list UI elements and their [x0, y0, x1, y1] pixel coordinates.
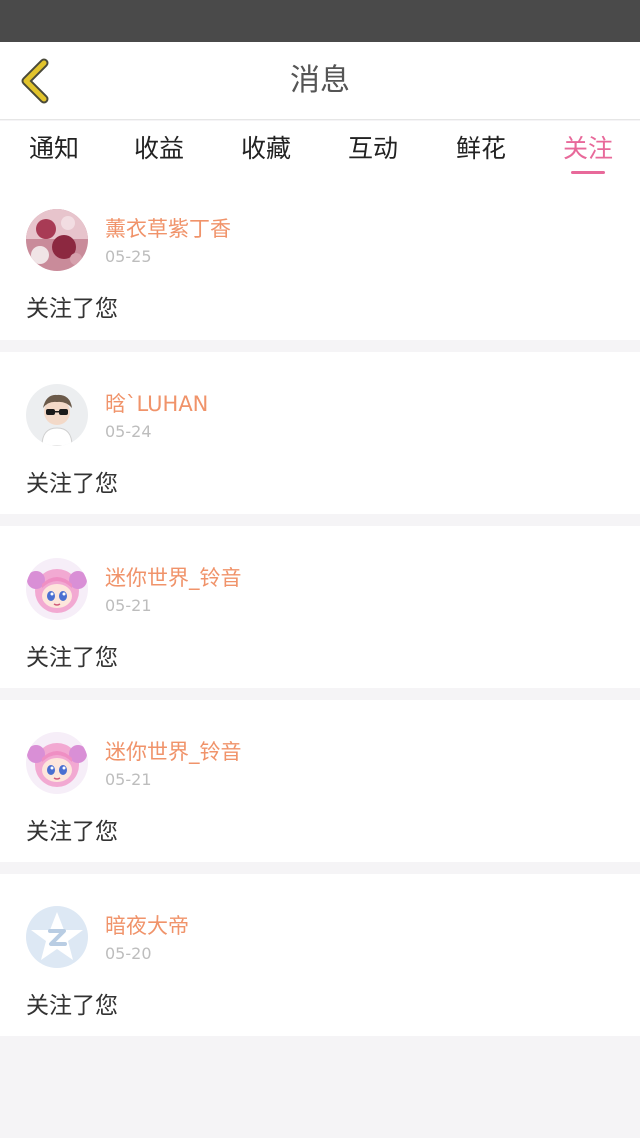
message-text: 关注了您 [26, 296, 118, 322]
list-item[interactable]: 迷你世界_铃音 05-21 关注了您 [0, 700, 640, 862]
tab-earnings[interactable]: 收益 [105, 121, 213, 177]
username-link[interactable]: 晗`LUHAN [105, 388, 208, 418]
tab-label: 关注 [562, 134, 613, 163]
tab-label: 收藏 [240, 134, 291, 163]
page-title: 消息 [290, 63, 350, 98]
tab-label: 鲜花 [455, 134, 506, 163]
timestamp: 05-25 [105, 247, 152, 266]
tab-label: 通知 [28, 134, 79, 163]
back-button[interactable] [14, 56, 58, 106]
tab-follows[interactable]: 关注 [534, 121, 640, 177]
message-text: 关注了您 [26, 471, 118, 497]
anime-girl-avatar-icon [26, 558, 88, 620]
tab-flowers[interactable]: 鲜花 [427, 121, 535, 177]
avatar[interactable] [26, 558, 88, 620]
list-item[interactable]: 迷你世界_铃音 05-21 关注了您 [0, 526, 640, 688]
username-link[interactable]: 暗夜大帝 [105, 910, 189, 940]
message-text: 关注了您 [26, 819, 118, 845]
avatar[interactable] [26, 732, 88, 794]
tab-interactions[interactable]: 互动 [319, 121, 427, 177]
person-sunglasses-avatar-icon [26, 384, 88, 446]
chevron-left-icon [21, 58, 49, 104]
username-link[interactable]: 薰衣草紫丁香 [105, 213, 231, 243]
nav-bar: 消息 [0, 42, 640, 120]
avatar[interactable] [26, 906, 88, 968]
tab-label: 互动 [347, 134, 398, 163]
timestamp: 05-24 [105, 422, 152, 441]
tab-label: 收益 [133, 134, 184, 163]
list-item[interactable]: 晗`LUHAN 05-24 关注了您 [0, 352, 640, 514]
floral-avatar-icon [26, 209, 88, 271]
tab-notifications[interactable]: 通知 [0, 121, 108, 177]
tab-bar: 通知 收益 收藏 互动 鲜花 关注 [0, 121, 640, 177]
list-item[interactable]: 暗夜大帝 05-20 关注了您 [0, 874, 640, 1036]
avatar[interactable] [26, 384, 88, 446]
avatar[interactable] [26, 209, 88, 271]
message-text: 关注了您 [26, 645, 118, 671]
follow-notification-list: 薰衣草紫丁香 05-25 关注了您 晗`LUHAN 05-24 关注了您 迷你世… [0, 177, 640, 1048]
active-tab-indicator [571, 171, 605, 174]
list-item[interactable]: 薰衣草紫丁香 05-25 关注了您 [0, 177, 640, 340]
timestamp: 05-21 [105, 596, 152, 615]
anime-girl-avatar-icon [26, 732, 88, 794]
username-link[interactable]: 迷你世界_铃音 [105, 562, 242, 592]
timestamp: 05-20 [105, 944, 152, 963]
default-z-avatar-icon [26, 906, 88, 968]
username-link[interactable]: 迷你世界_铃音 [105, 736, 242, 766]
tab-favorites[interactable]: 收藏 [212, 121, 320, 177]
message-text: 关注了您 [26, 993, 118, 1019]
status-bar [0, 0, 640, 42]
timestamp: 05-21 [105, 770, 152, 789]
